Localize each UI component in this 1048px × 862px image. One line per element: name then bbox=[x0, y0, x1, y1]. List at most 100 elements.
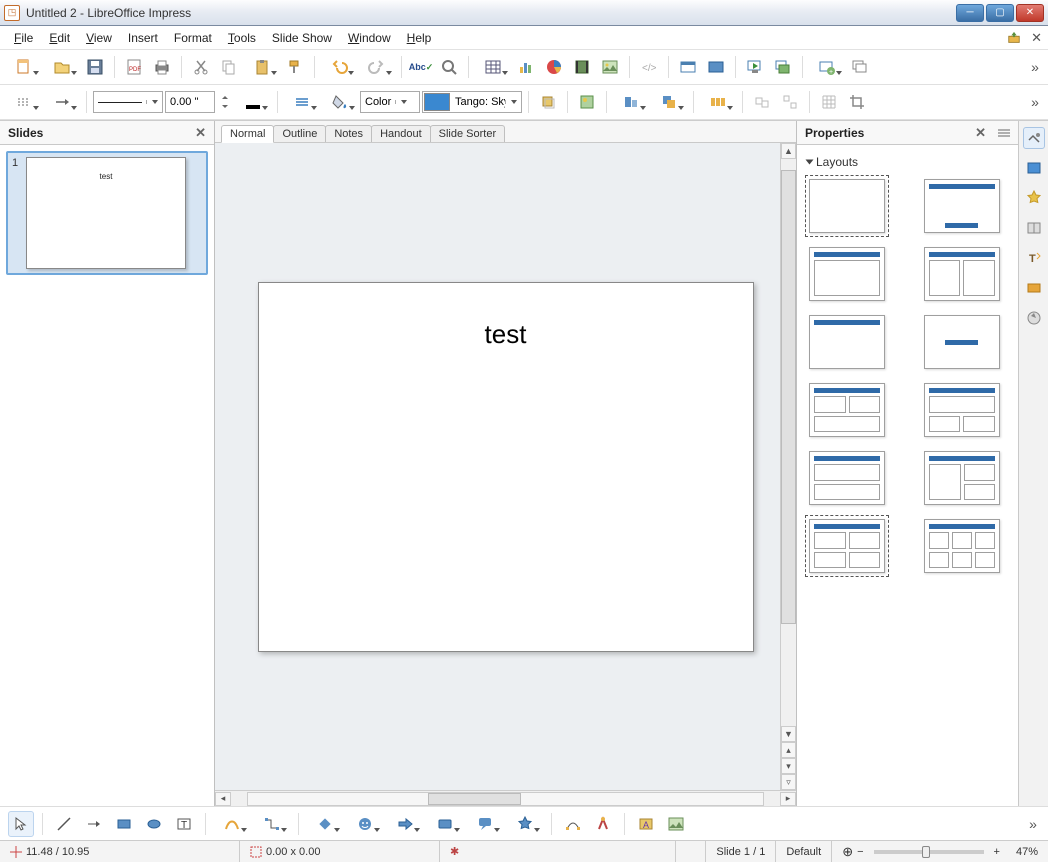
tab-outline[interactable]: Outline bbox=[273, 125, 326, 142]
block-arrows-tool[interactable] bbox=[387, 811, 423, 837]
arrow-style-button[interactable] bbox=[44, 89, 80, 115]
insert-image-tool[interactable] bbox=[663, 811, 689, 837]
layout-six-content[interactable] bbox=[924, 519, 1000, 573]
distribute-button[interactable] bbox=[700, 89, 736, 115]
sidebar-transition-icon[interactable] bbox=[1023, 277, 1045, 299]
select-tool[interactable] bbox=[8, 811, 34, 837]
slideshow-settings-button[interactable] bbox=[770, 54, 796, 80]
canvas-area[interactable]: test ▲ ▼ ▴ ▾ ▿ bbox=[215, 143, 796, 790]
zoom-slider[interactable] bbox=[874, 850, 984, 854]
layout-title-only[interactable] bbox=[809, 315, 885, 369]
save-button[interactable] bbox=[82, 54, 108, 80]
sidebar-properties-icon[interactable] bbox=[1023, 127, 1045, 149]
ungroup-button[interactable] bbox=[777, 89, 803, 115]
table-button[interactable] bbox=[475, 54, 511, 80]
fill-color-select[interactable]: Tango: Sky bbox=[422, 91, 522, 113]
fill-color-button[interactable] bbox=[322, 89, 358, 115]
update-icon[interactable] bbox=[1007, 31, 1021, 45]
arrange-button[interactable] bbox=[651, 89, 687, 115]
drawing-toolbar-overflow[interactable]: » bbox=[1026, 816, 1040, 832]
toolbar-overflow-button[interactable]: » bbox=[1028, 59, 1042, 75]
vertical-scrollbar[interactable]: ▲ ▼ ▴ ▾ ▿ bbox=[780, 143, 796, 790]
shadow-button[interactable] bbox=[535, 89, 561, 115]
slide-button[interactable] bbox=[675, 54, 701, 80]
tab-notes[interactable]: Notes bbox=[325, 125, 372, 142]
menu-insert[interactable]: Insert bbox=[120, 28, 166, 48]
callouts-tool[interactable] bbox=[467, 811, 503, 837]
menu-slideshow[interactable]: Slide Show bbox=[264, 28, 340, 48]
sidebar-master-icon[interactable] bbox=[1023, 217, 1045, 239]
fontwork-tool[interactable]: A bbox=[633, 811, 659, 837]
sidebar-star-icon[interactable] bbox=[1023, 187, 1045, 209]
glue-points-tool[interactable] bbox=[590, 811, 616, 837]
zoom-button[interactable] bbox=[436, 54, 462, 80]
group-button[interactable] bbox=[749, 89, 775, 115]
zoom-in-button[interactable]: + bbox=[994, 846, 1000, 858]
layout-four-content[interactable] bbox=[809, 519, 885, 573]
start-slideshow-button[interactable] bbox=[742, 54, 768, 80]
toolbar2-overflow-button[interactable]: » bbox=[1028, 94, 1042, 110]
layout-title[interactable] bbox=[924, 179, 1000, 233]
align-button[interactable] bbox=[613, 89, 649, 115]
crop-button[interactable] bbox=[844, 89, 870, 115]
line-pattern-select[interactable] bbox=[93, 91, 163, 113]
cut-button[interactable] bbox=[188, 54, 214, 80]
slide-canvas[interactable]: test bbox=[258, 282, 754, 652]
layout-one-over-two[interactable] bbox=[924, 383, 1000, 437]
layout-title-content[interactable] bbox=[809, 247, 885, 301]
duplicate-slide-button[interactable] bbox=[847, 54, 873, 80]
minimize-button[interactable]: ─ bbox=[956, 4, 984, 22]
slides-panel-close-button[interactable]: ✕ bbox=[195, 125, 206, 141]
page-style[interactable]: Default bbox=[776, 841, 832, 862]
insert-slide-button[interactable]: + bbox=[809, 54, 845, 80]
layout-centered[interactable] bbox=[924, 315, 1000, 369]
edit-points-tool[interactable] bbox=[560, 811, 586, 837]
new-button[interactable] bbox=[6, 54, 42, 80]
line-tool[interactable] bbox=[51, 811, 77, 837]
sidebar-navigator-icon[interactable] bbox=[1023, 307, 1045, 329]
line-color-button[interactable] bbox=[235, 89, 271, 115]
menu-tools[interactable]: Tools bbox=[220, 28, 264, 48]
layouts-section-header[interactable]: Layouts bbox=[805, 151, 1012, 173]
menu-edit[interactable]: Edit bbox=[41, 28, 78, 48]
paste-button[interactable] bbox=[244, 54, 280, 80]
image-button[interactable] bbox=[597, 54, 623, 80]
text-tool[interactable]: T bbox=[171, 811, 197, 837]
slide-indicator[interactable]: Slide 1 / 1 bbox=[706, 841, 776, 862]
pie-chart-button[interactable] bbox=[541, 54, 567, 80]
format-paintbrush-button[interactable] bbox=[282, 54, 308, 80]
ellipse-tool[interactable] bbox=[141, 811, 167, 837]
basic-shapes-tool[interactable] bbox=[307, 811, 343, 837]
grid-button[interactable] bbox=[816, 89, 842, 115]
line-width-input[interactable] bbox=[165, 91, 215, 113]
menu-help[interactable]: Help bbox=[399, 28, 440, 48]
horizontal-scrollbar[interactable]: ◂ ▸ bbox=[215, 790, 796, 806]
properties-menu-icon[interactable] bbox=[998, 127, 1010, 139]
rectangle-tool[interactable] bbox=[111, 811, 137, 837]
zoom-value[interactable]: 47% bbox=[1016, 846, 1038, 858]
layout-two-content[interactable] bbox=[924, 247, 1000, 301]
close-window-button[interactable]: ✕ bbox=[1016, 4, 1044, 22]
connector-tool[interactable] bbox=[254, 811, 290, 837]
menu-file[interactable]: File bbox=[6, 28, 41, 48]
tab-normal[interactable]: Normal bbox=[221, 125, 274, 143]
flowchart-tool[interactable] bbox=[427, 811, 463, 837]
stars-tool[interactable] bbox=[507, 811, 543, 837]
undo-button[interactable] bbox=[321, 54, 357, 80]
tab-slide-sorter[interactable]: Slide Sorter bbox=[430, 125, 505, 142]
filter-button[interactable] bbox=[574, 89, 600, 115]
sidebar-slide-icon[interactable] bbox=[1023, 157, 1045, 179]
movie-button[interactable] bbox=[569, 54, 595, 80]
symbol-shapes-tool[interactable] bbox=[347, 811, 383, 837]
print-button[interactable] bbox=[149, 54, 175, 80]
open-button[interactable] bbox=[44, 54, 80, 80]
fill-mode-select[interactable]: Color bbox=[360, 91, 420, 113]
curve-tool[interactable] bbox=[214, 811, 250, 837]
sidebar-animation-icon[interactable]: T bbox=[1023, 247, 1045, 269]
chart-button[interactable] bbox=[513, 54, 539, 80]
redo-button[interactable] bbox=[359, 54, 395, 80]
slide-thumbnail-1[interactable]: 1 test bbox=[6, 151, 208, 275]
copy-button[interactable] bbox=[216, 54, 242, 80]
maximize-button[interactable]: ▢ bbox=[986, 4, 1014, 22]
layout-left-two-right[interactable] bbox=[924, 451, 1000, 505]
